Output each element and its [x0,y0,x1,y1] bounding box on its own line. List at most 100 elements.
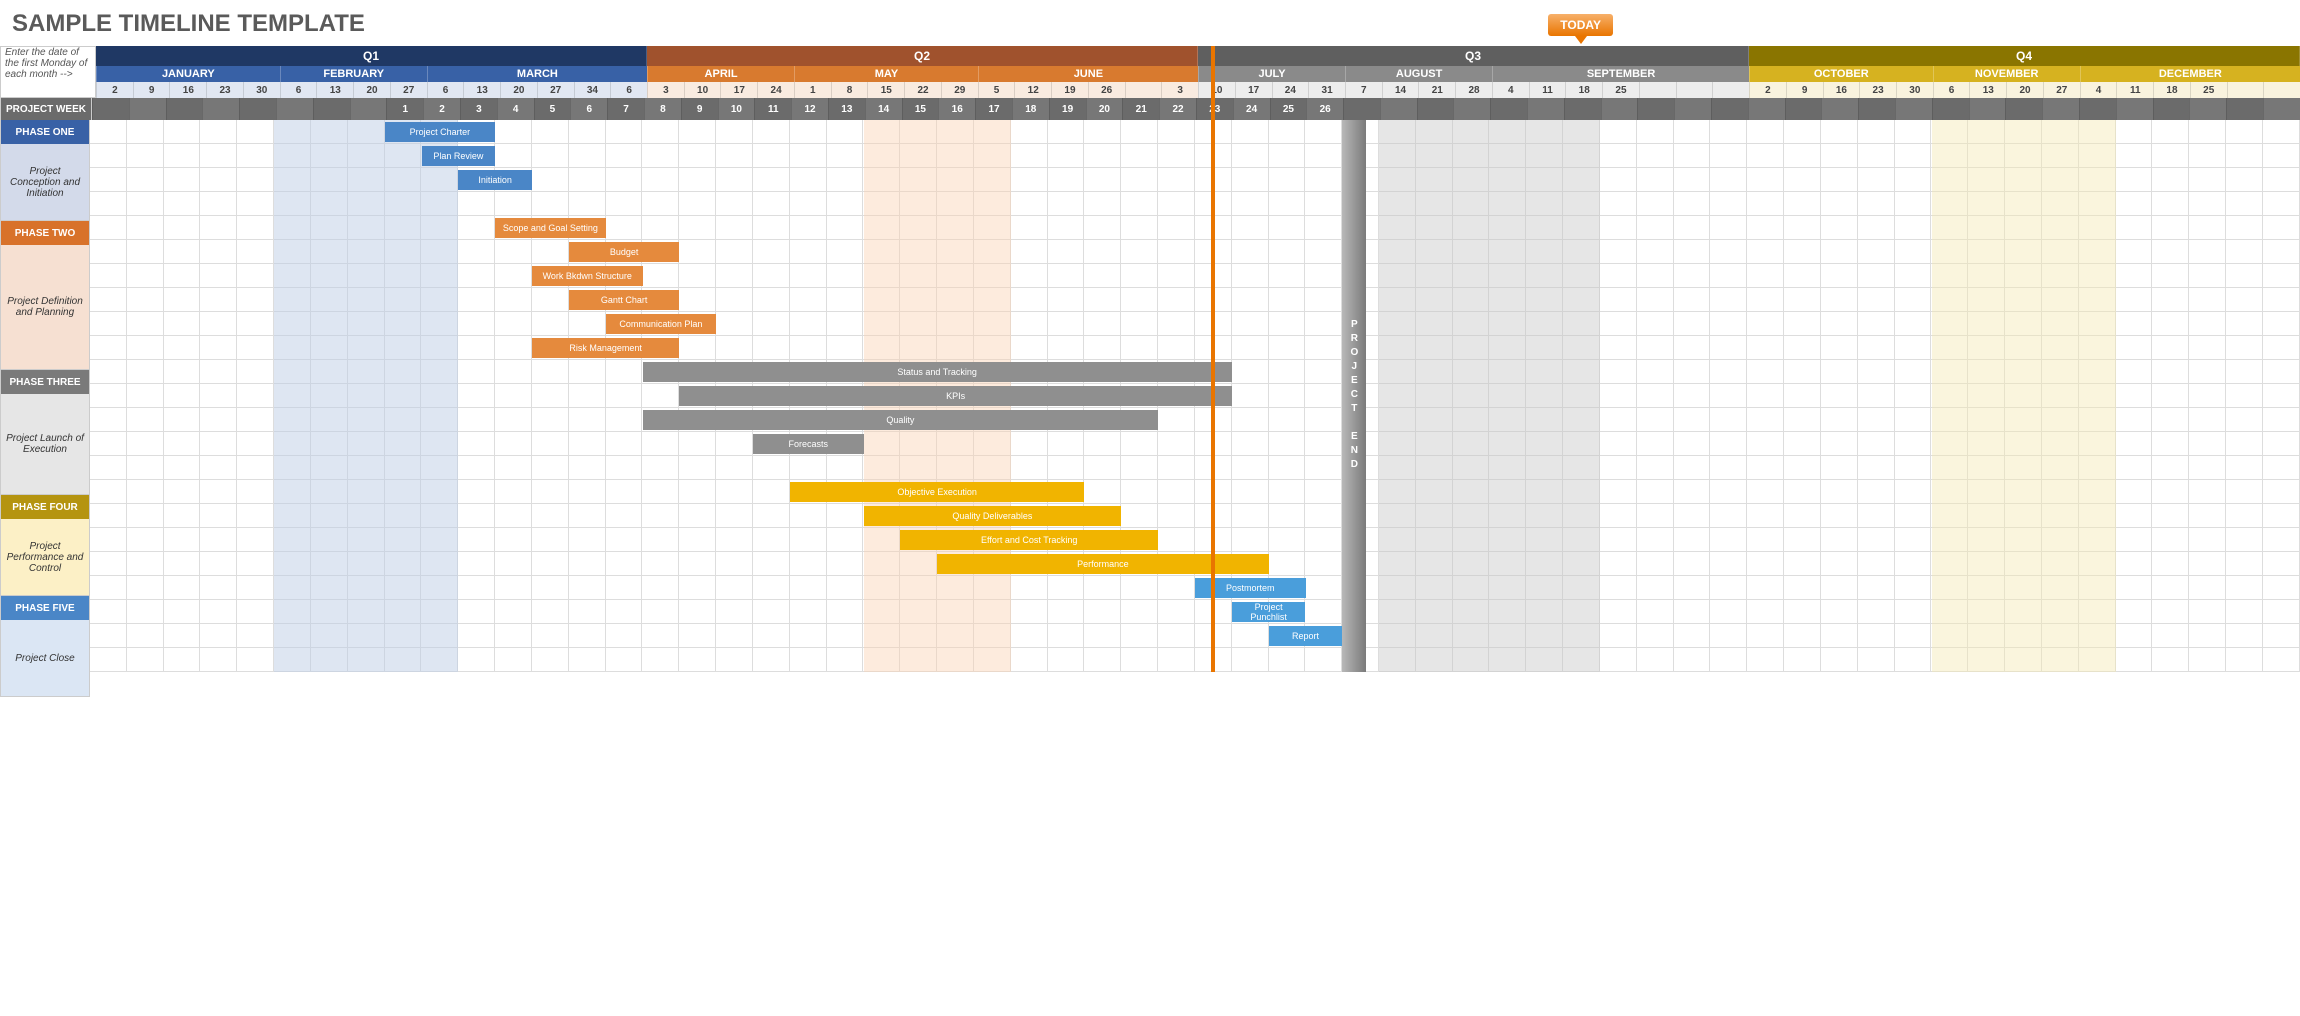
grid-cell[interactable] [606,144,643,168]
grid-cell[interactable] [1821,504,1858,528]
grid-cell[interactable] [790,216,827,240]
grid-cell[interactable] [2116,240,2153,264]
grid-cell[interactable] [642,144,679,168]
grid-cell[interactable] [2152,576,2189,600]
grid-cell[interactable] [495,432,532,456]
task-bar[interactable]: Effort and Cost Tracking [900,530,1158,550]
grid-cell[interactable] [827,600,864,624]
grid-cell[interactable] [679,144,716,168]
grid-cell[interactable] [2189,120,2226,144]
grid-cell[interactable] [1048,432,1085,456]
grid-cell[interactable] [1674,528,1711,552]
grid-cell[interactable] [237,216,274,240]
grid-cell[interactable] [642,480,679,504]
grid-cell[interactable] [1858,456,1895,480]
grid-cell[interactable] [495,144,532,168]
grid-cell[interactable] [2116,312,2153,336]
grid-cell[interactable] [1305,600,1342,624]
grid-cell[interactable] [2189,456,2226,480]
grid-cell[interactable] [2189,384,2226,408]
grid-cell[interactable] [1305,120,1342,144]
grid-cell[interactable] [2152,648,2189,672]
grid-cell[interactable] [2189,528,2226,552]
grid-cell[interactable] [1747,168,1784,192]
grid-cell[interactable] [237,576,274,600]
grid-cell[interactable] [569,648,606,672]
grid-cell[interactable] [495,240,532,264]
grid-cell[interactable] [1858,216,1895,240]
grid-cell[interactable] [1084,480,1121,504]
grid-cell[interactable] [1747,528,1784,552]
grid-cell[interactable] [458,600,495,624]
grid-cell[interactable] [1269,168,1306,192]
grid-cell[interactable] [1674,144,1711,168]
grid-cell[interactable] [2152,240,2189,264]
grid-cell[interactable] [606,480,643,504]
grid-cell[interactable] [753,552,790,576]
grid-cell[interactable] [679,504,716,528]
grid-cell[interactable] [1747,144,1784,168]
grid-cell[interactable] [827,192,864,216]
grid-cell[interactable] [1084,336,1121,360]
grid-cell[interactable] [1232,480,1269,504]
grid-cell[interactable] [1674,624,1711,648]
grid-cell[interactable] [200,456,237,480]
grid-cell[interactable] [1858,264,1895,288]
grid-cell[interactable] [2226,456,2263,480]
grid-cell[interactable] [790,288,827,312]
grid-cell[interactable] [1637,168,1674,192]
grid-cell[interactable] [790,648,827,672]
grid-cell[interactable] [827,528,864,552]
grid-cell[interactable] [200,168,237,192]
grid-cell[interactable] [2152,528,2189,552]
grid-cell[interactable] [1121,504,1158,528]
grid-cell[interactable] [1747,360,1784,384]
grid-cell[interactable] [458,648,495,672]
grid-cell[interactable] [200,408,237,432]
grid-cell[interactable] [716,216,753,240]
grid-cell[interactable] [1821,216,1858,240]
grid-cell[interactable] [2263,336,2300,360]
task-bar[interactable]: Communication Plan [606,314,717,334]
grid-cell[interactable] [2152,312,2189,336]
grid-cell[interactable] [2152,408,2189,432]
grid-cell[interactable] [164,504,201,528]
grid-cell[interactable] [532,624,569,648]
grid-cell[interactable] [1600,120,1637,144]
grid-cell[interactable] [2189,432,2226,456]
grid-cell[interactable] [1784,480,1821,504]
grid-cell[interactable] [1121,624,1158,648]
grid-cell[interactable] [1895,552,1932,576]
grid-cell[interactable] [1048,168,1085,192]
grid-cell[interactable] [790,624,827,648]
grid-cell[interactable] [1011,600,1048,624]
grid-cell[interactable] [2116,504,2153,528]
grid-cell[interactable] [2189,168,2226,192]
grid-cell[interactable] [90,648,127,672]
grid-cell[interactable] [1895,648,1932,672]
grid-cell[interactable] [606,576,643,600]
grid-cell[interactable] [753,144,790,168]
grid-cell[interactable] [1784,432,1821,456]
grid-cell[interactable] [1121,264,1158,288]
grid-cell[interactable] [1637,456,1674,480]
grid-cell[interactable] [1821,312,1858,336]
grid-cell[interactable] [495,456,532,480]
grid-cell[interactable] [2152,168,2189,192]
grid-cell[interactable] [200,120,237,144]
grid-cell[interactable] [1305,288,1342,312]
grid-cell[interactable] [679,288,716,312]
grid-cell[interactable] [2263,312,2300,336]
task-bar[interactable]: Initiation [458,170,532,190]
grid-cell[interactable] [1048,120,1085,144]
grid-cell[interactable] [1011,624,1048,648]
grid-cell[interactable] [1710,288,1747,312]
grid-cell[interactable] [1084,120,1121,144]
grid-cell[interactable] [1269,552,1306,576]
grid-cell[interactable] [532,288,569,312]
grid-cell[interactable] [1269,360,1306,384]
grid-cell[interactable] [1747,408,1784,432]
grid-cell[interactable] [1858,600,1895,624]
grid-cell[interactable] [753,288,790,312]
grid-cell[interactable] [1710,120,1747,144]
